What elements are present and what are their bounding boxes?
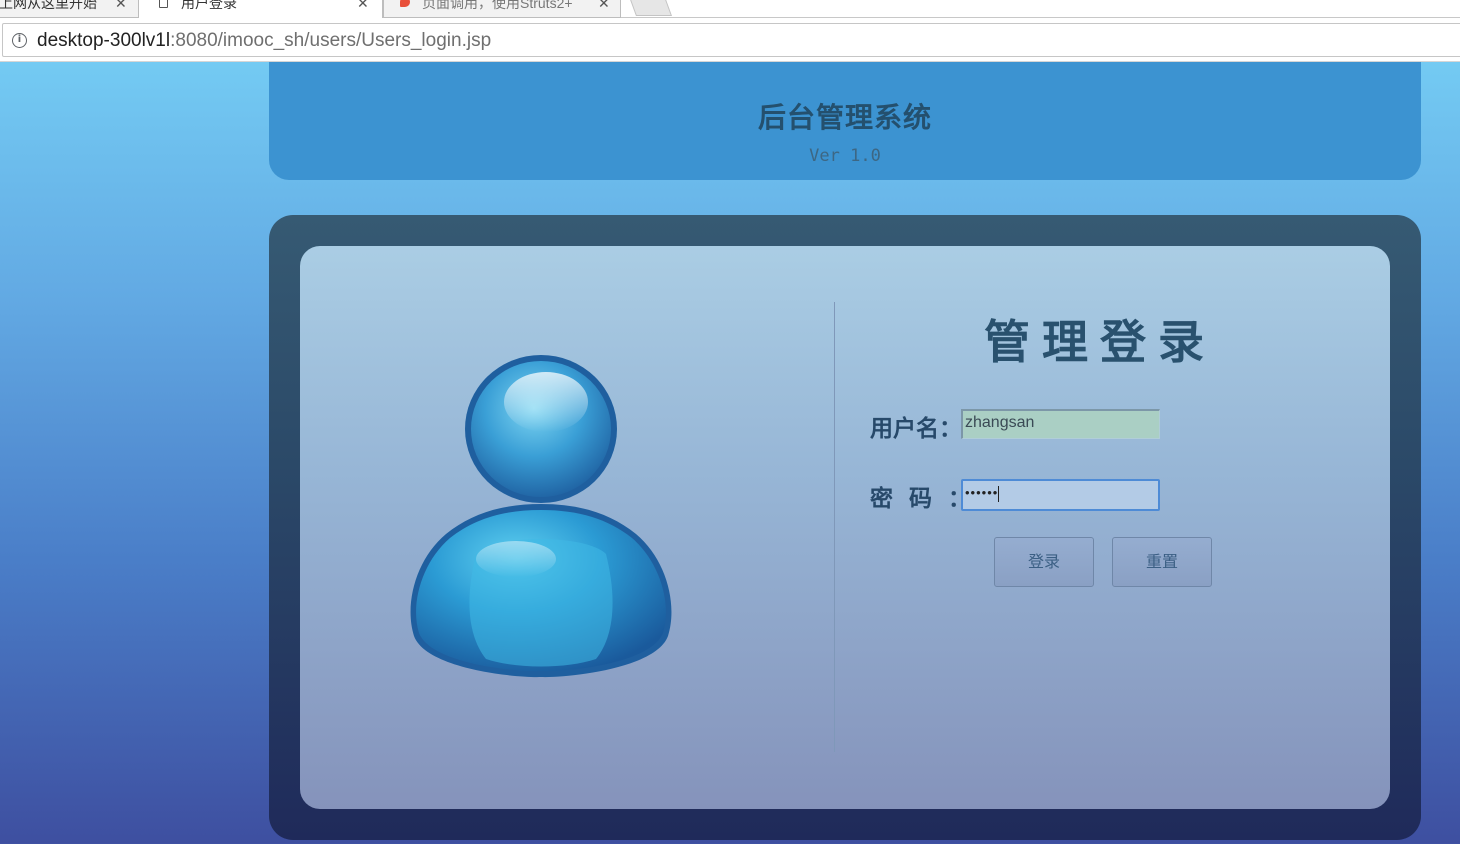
- user-avatar-icon: [410, 355, 672, 678]
- omnibox[interactable]: i desktop-300lv1l:8080/imooc_sh/users/Us…: [2, 23, 1460, 57]
- header-panel: 后台管理系统 Ver 1.0: [269, 62, 1421, 180]
- tab-close-icon[interactable]: ✕: [115, 0, 127, 14]
- browser-tab-start[interactable]: 上网从这里开始 ✕: [0, 0, 140, 18]
- address-bar: i desktop-300lv1l:8080/imooc_sh/users/Us…: [0, 18, 1460, 62]
- flame-favicon-icon: [400, 0, 410, 7]
- url-host: desktop-300lv1l: [37, 30, 171, 51]
- browser-tab-login[interactable]: 用户登录 ✕: [138, 0, 383, 18]
- text-caret: [998, 485, 1000, 502]
- username-input[interactable]: zhangsan: [961, 409, 1160, 439]
- tab-label: 上网从这里开始: [0, 0, 97, 11]
- login-frame: 管理登录 用户名： zhangsan 密码： •••••• 登录 重置: [269, 215, 1421, 840]
- browser-tab-strip: 上网从这里开始 ✕ 用户登录 ✕ 页面调用，使用Struts2+ ✕: [0, 0, 1460, 18]
- tab-label: 页面调用，使用Struts2+: [422, 0, 573, 11]
- new-tab-button[interactable]: [627, 0, 673, 16]
- browser-tab-struts[interactable]: 页面调用，使用Struts2+ ✕: [383, 0, 621, 18]
- tab-close-icon[interactable]: ✕: [357, 0, 369, 14]
- login-button[interactable]: 登录: [994, 537, 1094, 587]
- username-label-text: 用户名: [870, 415, 939, 441]
- password-input[interactable]: ••••••: [961, 479, 1160, 511]
- login-card: 管理登录 用户名： zhangsan 密码： •••••• 登录 重置: [300, 246, 1390, 809]
- tab-close-icon[interactable]: ✕: [598, 0, 610, 14]
- system-title: 后台管理系统: [757, 102, 932, 133]
- username-label: 用户名：: [870, 409, 962, 443]
- version-text: Ver 1.0: [809, 146, 881, 166]
- login-title: 管理登录: [984, 316, 1216, 368]
- document-icon: [159, 0, 168, 8]
- info-icon[interactable]: i: [12, 33, 27, 48]
- tab-label: 用户登录: [181, 0, 237, 11]
- password-label: 密码：: [870, 479, 971, 513]
- password-mask: ••••••: [965, 485, 999, 500]
- url-path: :8080/imooc_sh/users/Users_login.jsp: [170, 30, 492, 51]
- url-text[interactable]: desktop-300lv1l:8080/imooc_sh/users/User…: [37, 30, 491, 52]
- label-colon: ：: [939, 415, 962, 441]
- vertical-divider: [834, 302, 835, 752]
- password-label-text: 密码: [870, 485, 948, 511]
- reset-button[interactable]: 重置: [1112, 537, 1212, 587]
